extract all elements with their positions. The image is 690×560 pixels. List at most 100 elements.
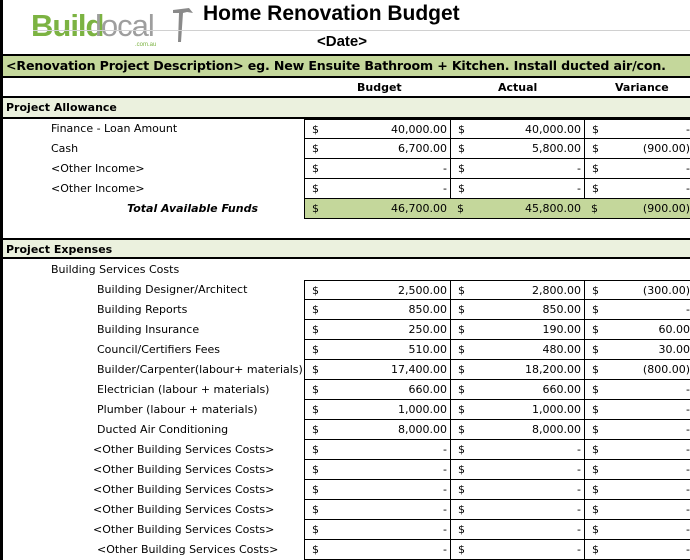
sheet-header: Build local .com.au Home Renovation Budg… (3, 0, 690, 54)
row-label[interactable]: <Other Building Services Costs> (93, 463, 274, 476)
actual-cell[interactable]: $ - (450, 440, 584, 460)
row-label[interactable]: Building Insurance (97, 323, 199, 336)
variance-cell[interactable]: $ - (584, 460, 690, 480)
variance-cell[interactable]: $ (900.00) (584, 139, 690, 159)
row-label[interactable]: <Other Building Services Costs> (93, 443, 274, 456)
actual-cell[interactable]: $5,800.00 (450, 139, 584, 159)
budget-cell[interactable]: $ - (304, 440, 450, 460)
actual-cell[interactable]: $8,000.00 (450, 420, 584, 440)
cell-value: 6,700.00 (398, 142, 447, 155)
row-label[interactable]: Total Available Funds (127, 202, 258, 215)
variance-cell[interactable]: $ - (584, 480, 690, 500)
budget-cell[interactable]: $ - (304, 179, 450, 199)
variance-cell[interactable]: $ (300.00) (584, 280, 690, 300)
variance-cell[interactable]: $ (900.00) (584, 199, 690, 219)
budget-cell[interactable]: $1,000.00 (304, 400, 450, 420)
variance-cell[interactable]: $ - (584, 119, 690, 139)
variance-cell[interactable]: $ - (584, 520, 690, 540)
row-label[interactable]: <Other Building Services Costs> (93, 503, 274, 516)
budget-cell[interactable]: $250.00 (304, 320, 450, 340)
budget-cell[interactable]: $17,400.00 (304, 360, 450, 380)
budget-cell[interactable]: $2,500.00 (304, 280, 450, 300)
variance-cell[interactable]: $ - (584, 300, 690, 320)
budget-cell[interactable]: $40,000.00 (304, 119, 450, 139)
budget-cell[interactable]: $8,000.00 (304, 420, 450, 440)
actual-cell[interactable]: $1,000.00 (450, 400, 584, 420)
row-label[interactable]: Plumber (labour + materials) (97, 403, 258, 416)
row-label[interactable]: Council/Certifiers Fees (97, 343, 220, 356)
actual-cell[interactable]: $190.00 (450, 320, 584, 340)
cell-value: - (577, 162, 581, 175)
cell-value: 8,000.00 (532, 423, 581, 436)
currency-symbol: $ (458, 284, 465, 297)
budget-cell[interactable]: $ - (304, 480, 450, 500)
actual-cell[interactable]: $ - (450, 179, 584, 199)
currency-symbol: $ (312, 202, 319, 215)
variance-cell[interactable]: $ - (584, 179, 690, 199)
variance-cell[interactable]: $ - (584, 540, 690, 560)
cell-value: 1,000.00 (398, 403, 447, 416)
budget-cell[interactable]: $46,700.00 (304, 199, 450, 219)
currency-symbol: $ (592, 162, 599, 175)
cell-value: - (577, 483, 581, 496)
actual-cell[interactable]: $660.00 (450, 380, 584, 400)
actual-cell[interactable]: $40,000.00 (450, 119, 584, 139)
variance-cell[interactable]: $ - (584, 420, 690, 440)
variance-cell[interactable]: $ - (584, 380, 690, 400)
row-label[interactable]: Finance - Loan Amount (51, 122, 177, 135)
project-description[interactable]: <Renovation Project Description> eg. New… (3, 54, 690, 78)
budget-cell[interactable]: $ - (304, 540, 450, 560)
actual-cell[interactable]: $850.00 (450, 300, 584, 320)
date-field[interactable]: <Date> (317, 33, 367, 50)
actual-cell[interactable]: $2,800.00 (450, 280, 584, 300)
variance-cell[interactable]: $ (800.00) (584, 360, 690, 380)
row-label[interactable]: Building Designer/Architect (97, 283, 247, 296)
currency-symbol: $ (312, 483, 319, 496)
budget-cell[interactable]: $ - (304, 500, 450, 520)
page-title[interactable]: Home Renovation Budget (203, 2, 460, 26)
budget-cell[interactable]: $6,700.00 (304, 139, 450, 159)
row-label[interactable]: Cash (51, 142, 78, 155)
variance-cell[interactable]: $ - (584, 400, 690, 420)
currency-symbol: $ (591, 202, 598, 215)
row-label[interactable]: <Other Building Services Costs> (93, 523, 274, 536)
actual-cell[interactable]: $ - (450, 480, 584, 500)
actual-cell[interactable]: $480.00 (450, 340, 584, 360)
row-label[interactable]: Builder/Carpenter(labour+ materials) (97, 363, 303, 376)
row-label[interactable]: Building Reports (97, 303, 187, 316)
actual-cell[interactable]: $ - (450, 500, 584, 520)
currency-symbol: $ (592, 463, 599, 476)
currency-symbol: $ (312, 383, 319, 396)
cell-value: - (577, 182, 581, 195)
row-label[interactable]: Ducted Air Conditioning (97, 423, 228, 436)
row-label[interactable]: <Other Income> (51, 182, 145, 195)
actual-cell[interactable]: $ - (450, 520, 584, 540)
cell-value: - (686, 403, 690, 416)
actual-cell[interactable]: $ - (450, 540, 584, 560)
table-row: <Other Income> $ - $ - $ - (3, 159, 690, 179)
currency-symbol: $ (458, 303, 465, 316)
variance-cell[interactable]: $ - (584, 159, 690, 179)
budget-cell[interactable]: $850.00 (304, 300, 450, 320)
row-label[interactable]: Electrician (labour + materials) (97, 383, 269, 396)
budget-cell[interactable]: $ - (304, 460, 450, 480)
variance-cell[interactable]: $ - (584, 500, 690, 520)
table-row: Finance - Loan Amount $40,000.00 $40,000.0… (3, 119, 690, 139)
actual-cell[interactable]: $18,200.00 (450, 360, 584, 380)
variance-cell[interactable]: $ - (584, 440, 690, 460)
cell-value: - (443, 503, 447, 516)
budget-cell[interactable]: $510.00 (304, 340, 450, 360)
row-label[interactable]: <Other Building Services Costs> (97, 543, 278, 556)
variance-cell[interactable]: $60.00 (584, 320, 690, 340)
variance-cell[interactable]: $30.00 (584, 340, 690, 360)
row-label[interactable]: <Other Income> (51, 162, 145, 175)
budget-cell[interactable]: $660.00 (304, 380, 450, 400)
actual-cell[interactable]: $ - (450, 460, 584, 480)
table-row: Council/Certifiers Fees $510.00 $480.00 $30… (3, 340, 690, 360)
actual-cell[interactable]: $ - (450, 159, 584, 179)
budget-cell[interactable]: $ - (304, 159, 450, 179)
cell-value: 480.00 (542, 343, 582, 356)
budget-cell[interactable]: $ - (304, 520, 450, 540)
row-label[interactable]: <Other Building Services Costs> (93, 483, 274, 496)
actual-cell[interactable]: $45,800.00 (450, 199, 584, 219)
